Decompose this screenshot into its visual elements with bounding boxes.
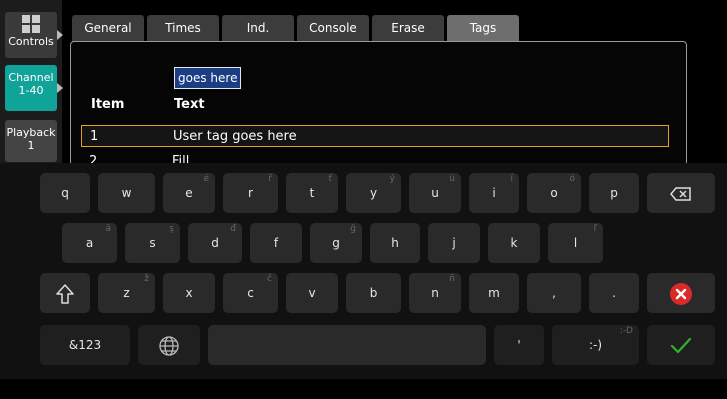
- backspace-icon: [670, 186, 691, 201]
- tab-times[interactable]: Times: [147, 15, 219, 42]
- tab-ind[interactable]: Ind.: [222, 15, 294, 42]
- key-a[interactable]: aä: [62, 223, 117, 263]
- backspace-key[interactable]: [647, 173, 715, 213]
- tab-tags[interactable]: Tags: [447, 15, 519, 42]
- tags-panel: goes here Item Text 1 User tag goes here…: [70, 41, 687, 173]
- channel-button[interactable]: Channel 1-40: [5, 65, 63, 111]
- key-c[interactable]: cč: [223, 273, 278, 313]
- alt-char: ý: [389, 174, 395, 184]
- text-column-header: Text: [174, 97, 205, 112]
- key-z[interactable]: zž: [98, 273, 155, 313]
- key-u[interactable]: uú: [409, 173, 461, 213]
- alt-char: ľ: [593, 224, 597, 234]
- playback-button[interactable]: Playback 1: [5, 120, 57, 162]
- key-i[interactable]: ií: [469, 173, 519, 213]
- channel-range: 1-40: [18, 84, 44, 97]
- key-y[interactable]: yý: [346, 173, 401, 213]
- alt-char: ğ: [350, 224, 356, 234]
- key-k[interactable]: k: [488, 223, 540, 263]
- key-g[interactable]: gğ: [310, 223, 362, 263]
- space-key[interactable]: [208, 325, 486, 365]
- item-number: 1: [90, 129, 99, 144]
- channel-label: Channel: [8, 71, 54, 84]
- controls-label: Controls: [8, 35, 54, 48]
- item-column-header: Item: [91, 97, 125, 112]
- key-n[interactable]: nñ: [409, 273, 461, 313]
- key-apostrophe[interactable]: ': [494, 325, 544, 365]
- shift-key[interactable]: [40, 273, 90, 313]
- alt-char: ř: [268, 174, 272, 184]
- alt-char: ñ: [449, 274, 455, 284]
- key-t[interactable]: tť: [286, 173, 338, 213]
- key-v[interactable]: v: [286, 273, 338, 313]
- shift-arrow-icon: [56, 283, 74, 304]
- grid-icon: [22, 15, 40, 33]
- alt-char: ú: [449, 174, 455, 184]
- alt-char: č: [267, 274, 272, 284]
- key-q[interactable]: q: [40, 173, 90, 213]
- on-screen-keyboard: q w eé rř tť yý uú ií oó p aä sş dđ f gğ…: [0, 163, 727, 379]
- delete-key[interactable]: [647, 273, 715, 313]
- arrow-right-icon: [57, 30, 63, 40]
- key-b[interactable]: b: [346, 273, 401, 313]
- checkmark-icon: [670, 337, 692, 353]
- key-s[interactable]: sş: [125, 223, 180, 263]
- key-l[interactable]: lľ: [548, 223, 603, 263]
- key-x[interactable]: x: [163, 273, 215, 313]
- key-h[interactable]: h: [370, 223, 420, 263]
- key-m[interactable]: m: [469, 273, 519, 313]
- alt-char: é: [203, 174, 209, 184]
- key-period[interactable]: .: [589, 273, 639, 313]
- globe-icon: [159, 335, 179, 356]
- alt-char: ó: [569, 174, 575, 184]
- alt-char: đ: [230, 224, 236, 234]
- key-j[interactable]: j: [428, 223, 480, 263]
- key-w[interactable]: w: [98, 173, 155, 213]
- key-f[interactable]: f: [250, 223, 302, 263]
- close-circle-icon: [670, 282, 692, 305]
- tab-erase[interactable]: Erase: [372, 15, 444, 42]
- alt-char: ş: [169, 224, 174, 234]
- key-r[interactable]: rř: [223, 173, 278, 213]
- tag-text-input[interactable]: goes here: [174, 67, 242, 89]
- playback-number: 1: [27, 139, 35, 152]
- alt-char: ä: [105, 224, 111, 234]
- smiley-key[interactable]: :-):-D: [552, 325, 639, 365]
- alt-char: í: [510, 174, 513, 184]
- key-d[interactable]: dđ: [188, 223, 242, 263]
- numbers-key[interactable]: &123: [40, 325, 130, 365]
- playback-label: Playback: [6, 126, 56, 139]
- controls-button[interactable]: Controls: [5, 12, 63, 58]
- key-p[interactable]: p: [589, 173, 639, 213]
- arrow-right-icon: [57, 83, 63, 93]
- tab-general[interactable]: General: [72, 15, 144, 42]
- table-row[interactable]: 1 User tag goes here: [81, 125, 669, 147]
- alt-char: ť: [328, 174, 332, 184]
- key-comma[interactable]: ,: [527, 273, 581, 313]
- key-e[interactable]: eé: [163, 173, 215, 213]
- item-text: User tag goes here: [173, 129, 297, 144]
- enter-key[interactable]: [647, 325, 715, 365]
- side-rail: Controls Channel 1-40 Playback 1: [0, 0, 63, 165]
- alt-char: :-D: [619, 326, 633, 336]
- tab-console[interactable]: Console: [297, 15, 369, 42]
- language-key[interactable]: [138, 325, 200, 365]
- key-o[interactable]: oó: [527, 173, 581, 213]
- alt-char: ž: [144, 274, 149, 284]
